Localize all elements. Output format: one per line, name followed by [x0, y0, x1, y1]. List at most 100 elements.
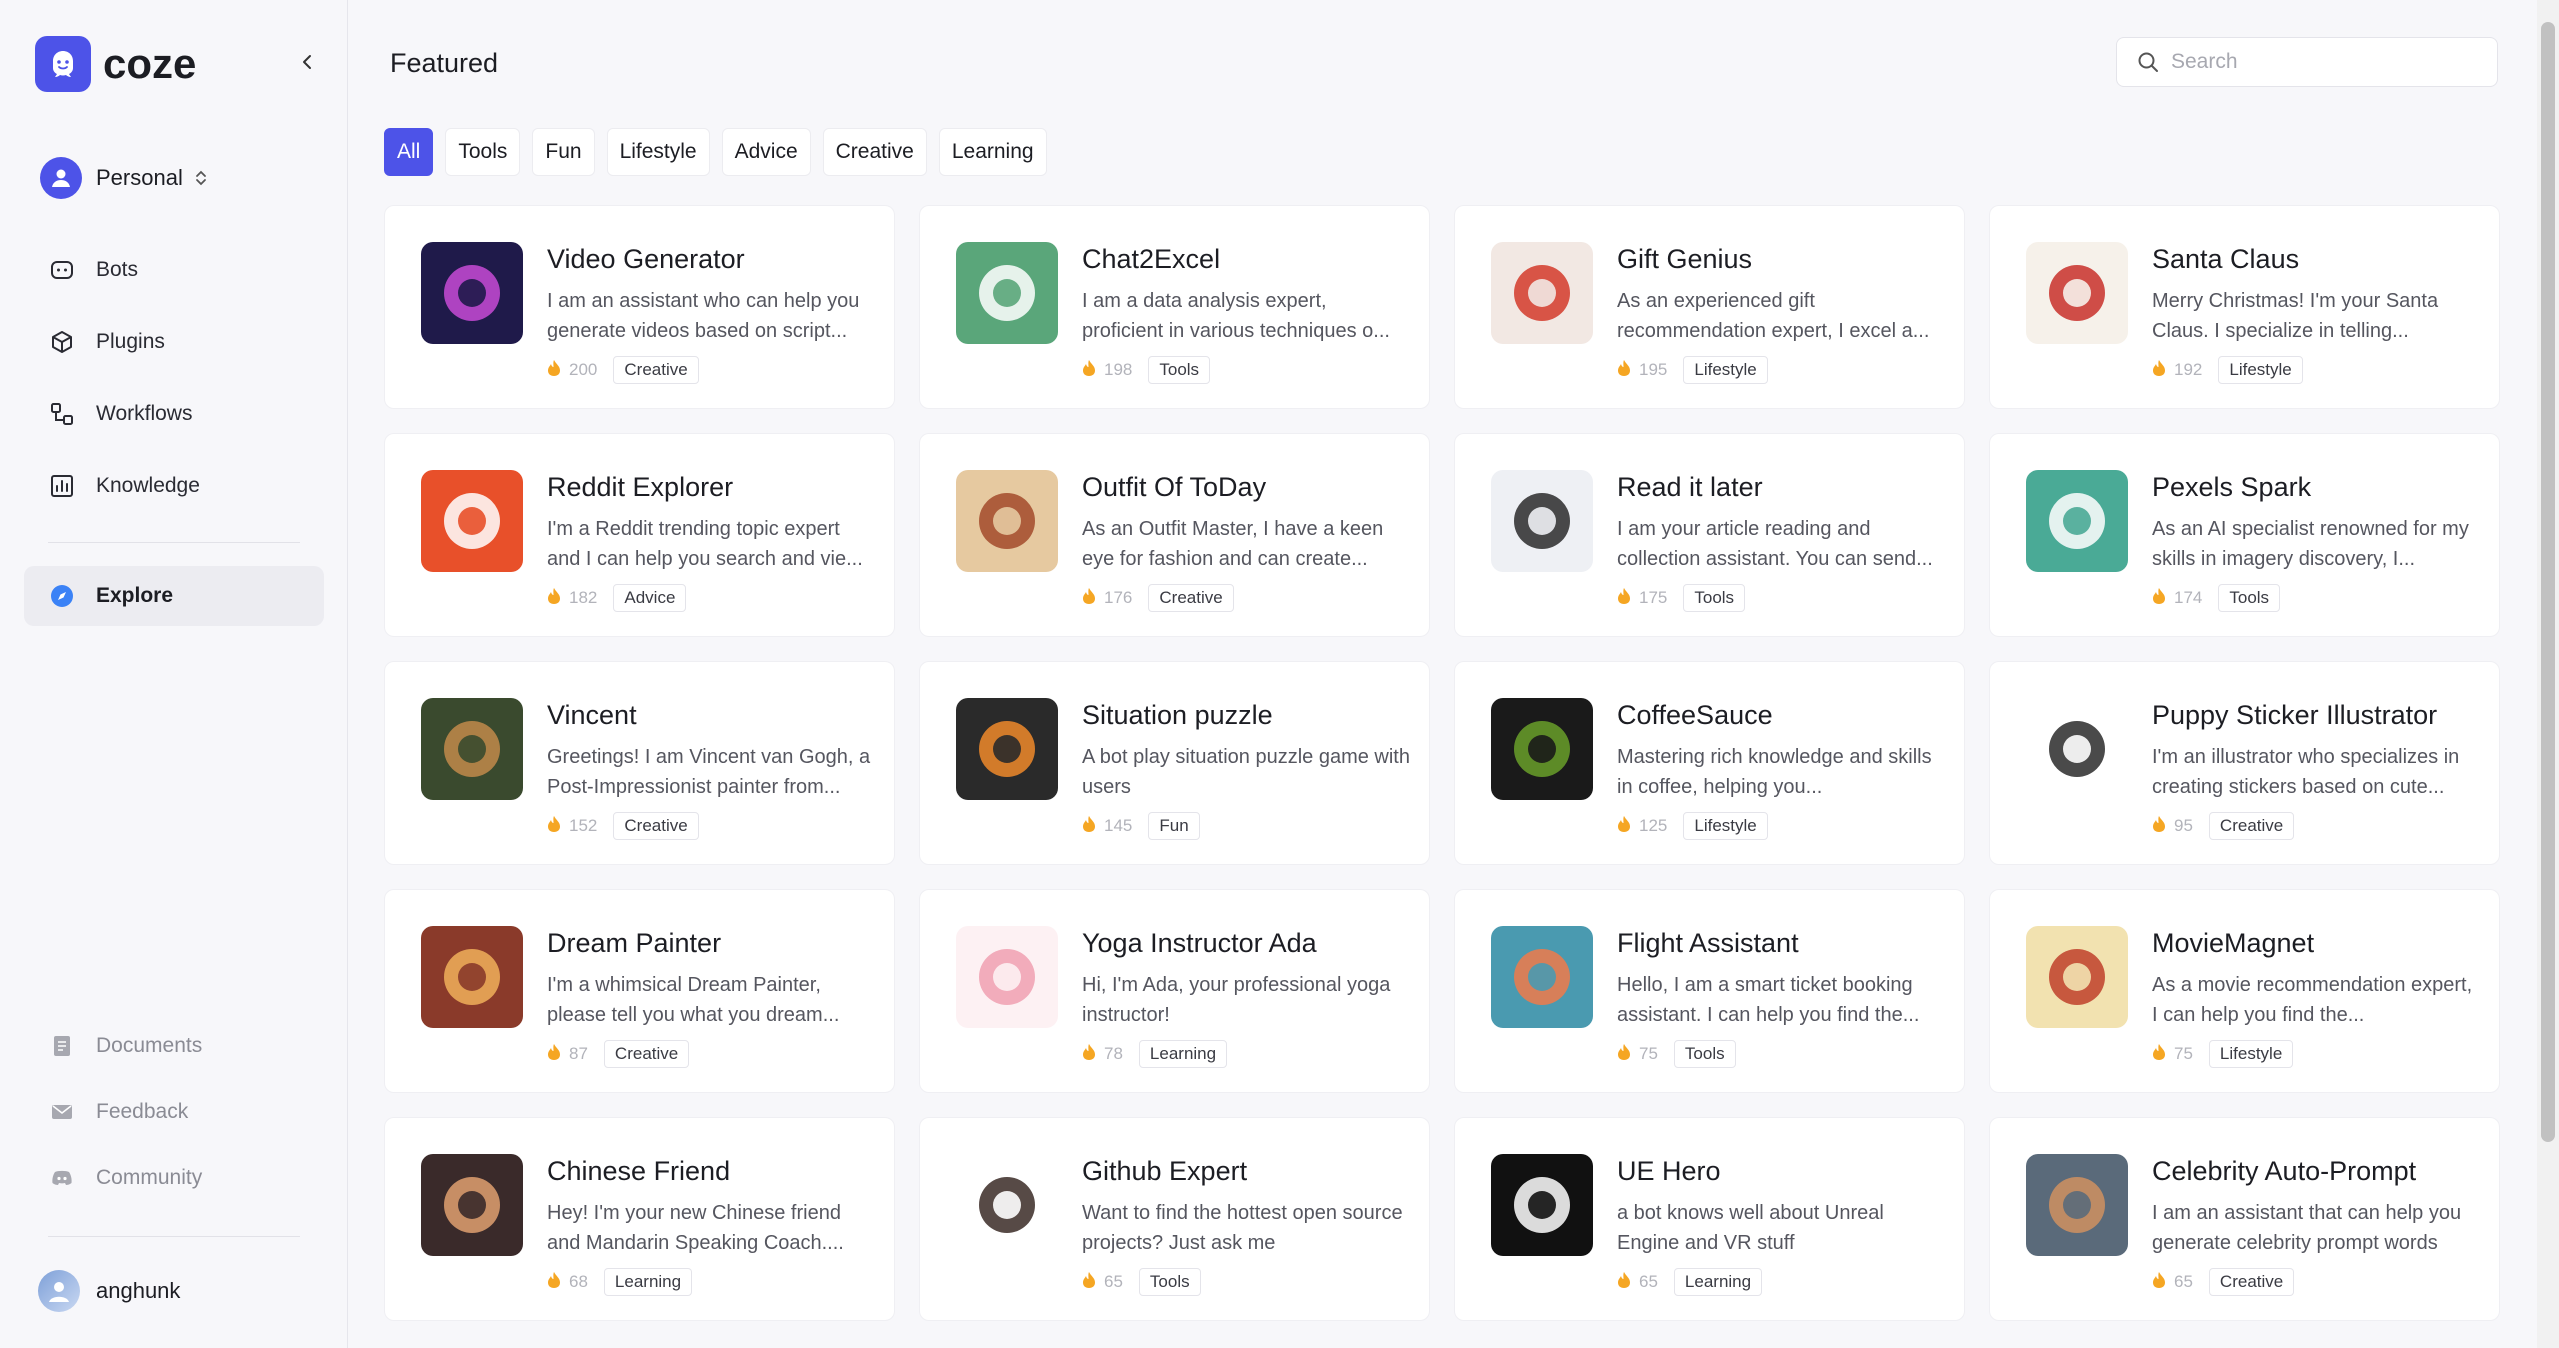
bot-description: I am your article reading and collection… [1617, 518, 1933, 570]
bot-card[interactable]: Yoga Instructor Ada Hi, I'm Ada, your pro… [919, 889, 1430, 1093]
bot-avatar [1491, 926, 1593, 1028]
brand[interactable]: coze [35, 36, 196, 92]
bot-card[interactable]: UE Hero a bot knows well about Unreal Eng… [1454, 1117, 1965, 1321]
popularity-count: 75 [1639, 1044, 1658, 1063]
bot-title: Pexels Spark [2152, 472, 2312, 502]
bottom-nav: Documents Feedback Community [24, 1018, 324, 1216]
mail-icon [48, 1098, 76, 1126]
category-tabs: All Tools Fun Lifestyle Advice Creative … [384, 128, 1059, 176]
nav-item-plugins[interactable]: Plugins [24, 312, 324, 372]
bot-avatar [956, 242, 1058, 344]
workspace-selector[interactable]: Personal [40, 156, 207, 200]
category-tag: Learning [1138, 1040, 1228, 1068]
divider [48, 1236, 300, 1237]
fire-icon [1082, 587, 1096, 610]
tab-all[interactable]: All [384, 128, 434, 176]
bot-meta: 182 Advice [547, 584, 687, 612]
bot-card[interactable]: CoffeeSauce Mastering rich knowledge and … [1454, 661, 1965, 865]
bot-avatar [2026, 698, 2128, 800]
search-input[interactable] [2171, 50, 2491, 74]
bot-card[interactable]: Chat2Excel I am a data analysis expert, p… [919, 205, 1430, 409]
category-tag: Lifestyle [2218, 356, 2303, 384]
fire-icon [547, 1271, 561, 1294]
bot-title: CoffeeSauce [1617, 700, 1773, 730]
fire-icon [1082, 1043, 1096, 1066]
nav-label: Documents [96, 1034, 203, 1057]
collapse-sidebar-button[interactable] [290, 44, 326, 80]
bot-meta: 95 Creative [2152, 812, 2295, 840]
search-icon [2138, 52, 2158, 72]
bot-card-grid: Video Generator I am an assistant who can… [384, 205, 2534, 1321]
bot-card[interactable]: Video Generator I am an assistant who can… [384, 205, 895, 409]
fire-icon [1617, 815, 1631, 838]
bot-card[interactable]: Pexels Spark As an AI specialist renowned… [1989, 433, 2500, 637]
search-box[interactable] [2116, 37, 2498, 87]
bot-meta: 176 Creative [1082, 584, 1234, 612]
popularity-count: 75 [2174, 1044, 2193, 1063]
bot-card[interactable]: Santa Claus Merry Christmas! I'm your San… [1989, 205, 2500, 409]
bot-description: I'm an illustrator who specializes in cr… [2152, 746, 2460, 798]
bot-card[interactable]: Vincent Greetings! I am Vincent van Gogh,… [384, 661, 895, 865]
bot-title: MovieMagnet [2152, 928, 2315, 958]
scrollbar[interactable] [2537, 0, 2559, 1348]
bot-card[interactable]: Situation puzzle A bot play situation puz… [919, 661, 1430, 865]
bot-card[interactable]: MovieMagnet As a movie recommendation exp… [1989, 889, 2500, 1093]
bot-meta: 125 Lifestyle [1617, 812, 1768, 840]
nav-item-knowledge[interactable]: Knowledge [24, 456, 324, 516]
tab-advice[interactable]: Advice [721, 128, 811, 176]
bot-card[interactable]: Read it later I am your article reading a… [1454, 433, 1965, 637]
bot-card[interactable]: Dream Painter I'm a whimsical Dream Paint… [384, 889, 895, 1093]
category-tag: Lifestyle [1683, 356, 1768, 384]
bot-description: Hello, I am a smart ticket booking assis… [1617, 974, 1920, 1026]
nav-label: Explore [96, 584, 174, 607]
bot-card[interactable]: Chinese Friend Hey! I'm your new Chinese … [384, 1117, 895, 1321]
user-profile[interactable]: anghunk [38, 1270, 180, 1312]
category-tag: Creative [1148, 584, 1234, 612]
fire-icon [547, 587, 561, 610]
tab-learning[interactable]: Learning [938, 128, 1047, 176]
nav-label: Community [96, 1166, 203, 1189]
chevron-updown-icon [195, 169, 207, 188]
tab-lifestyle[interactable]: Lifestyle [606, 128, 710, 176]
category-tag: Creative [603, 1040, 690, 1068]
tab-tools[interactable]: Tools [445, 128, 521, 176]
divider [48, 542, 300, 543]
category-tag: Tools [1683, 584, 1746, 612]
fire-icon [1617, 359, 1631, 382]
bot-card[interactable]: Celebrity Auto-Prompt I am an assistant t… [1989, 1117, 2500, 1321]
popularity-count: 152 [569, 816, 598, 835]
bot-avatar [1491, 698, 1593, 800]
bot-card[interactable]: Github Expert Want to find the hottest op… [919, 1117, 1430, 1321]
nav-item-bots[interactable]: Bots [24, 240, 324, 300]
category-tag: Creative [2208, 812, 2295, 840]
bot-card[interactable]: Outfit Of ToDay As an Outfit Master, I ha… [919, 433, 1430, 637]
bot-title: Read it later [1617, 472, 1763, 502]
category-tag: Learning [603, 1268, 693, 1296]
scrollbar-thumb[interactable] [2541, 22, 2555, 1142]
compass-icon [48, 582, 76, 610]
bot-avatar [1491, 1154, 1593, 1256]
nav-item-workflows[interactable]: Workflows [24, 384, 324, 444]
bot-avatar [421, 698, 523, 800]
nav-item-feedback[interactable]: Feedback [24, 1084, 324, 1140]
bot-avatar [2026, 470, 2128, 572]
workspace-label: Personal [96, 165, 183, 190]
bot-card[interactable]: Flight Assistant Hello, I am a smart tick… [1454, 889, 1965, 1093]
tab-fun[interactable]: Fun [532, 128, 595, 176]
bot-card[interactable]: Reddit Explorer I'm a Reddit trending top… [384, 433, 895, 637]
popularity-count: 78 [1104, 1044, 1123, 1063]
nav-item-community[interactable]: Community [24, 1150, 324, 1206]
tab-creative[interactable]: Creative [822, 128, 927, 176]
bot-card[interactable]: Puppy Sticker Illustrator I'm an illustra… [1989, 661, 2500, 865]
nav-label: Feedback [96, 1100, 189, 1123]
nav-label: Bots [96, 258, 139, 281]
category-tag: Creative [613, 812, 699, 840]
bot-meta: 152 Creative [547, 812, 699, 840]
document-icon [48, 1032, 76, 1060]
bot-card[interactable]: Gift Genius As an experienced gift recomm… [1454, 205, 1965, 409]
bot-avatar [1491, 242, 1593, 344]
nav-item-documents[interactable]: Documents [24, 1018, 324, 1074]
bot-title: Vincent [547, 700, 637, 730]
nav-item-explore[interactable]: Explore [24, 566, 324, 626]
chart-icon [48, 472, 76, 500]
